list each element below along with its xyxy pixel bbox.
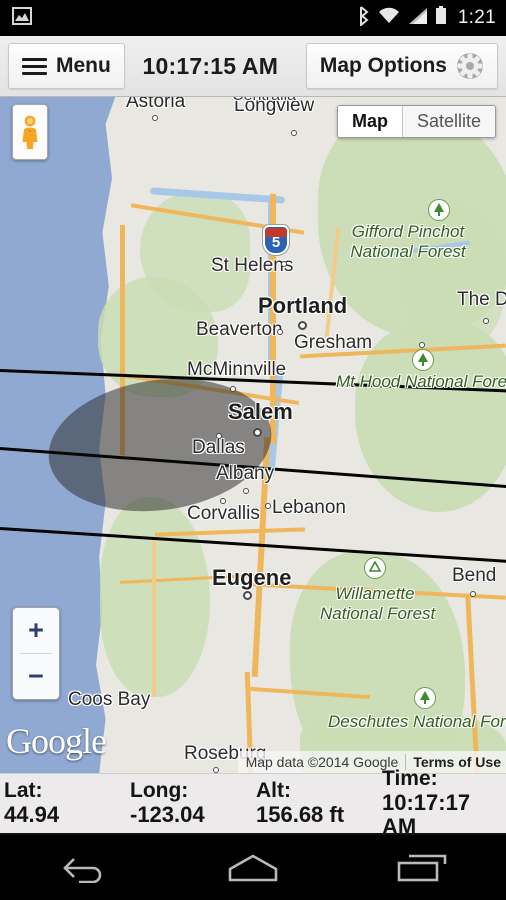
android-device-screen: 1:21 Menu 10:17:15 AM Map Options Portla…: [0, 0, 506, 900]
forest-label: Mt Hood National Forest: [336, 372, 506, 392]
pegman-street-view-icon[interactable]: [12, 104, 48, 160]
status-bar: 1:21: [0, 0, 506, 36]
menu-button-label: Menu: [56, 54, 111, 77]
info-value: 44.94: [4, 801, 60, 827]
city-dot: [419, 342, 425, 348]
place-label: Centralia: [232, 97, 296, 105]
forest-label: Deschutes National Forest: [328, 712, 506, 732]
info-field-alt: Alt: 156.68 ft: [252, 779, 378, 827]
city-dot: [281, 261, 287, 267]
place-label: Beaverton: [196, 319, 283, 340]
battery-icon: [435, 6, 447, 30]
screenshot-icon: [12, 6, 32, 30]
city-dot: [243, 488, 249, 494]
city-dot: [230, 386, 236, 392]
place-label: McMinnville: [187, 359, 287, 380]
forest-label-line1: Deschutes National Forest: [328, 712, 506, 731]
android-navigation-bar: [0, 835, 506, 900]
place-label: Lebanon: [272, 497, 346, 518]
map-type-option-map[interactable]: Map: [337, 106, 403, 137]
place-label: Portland: [258, 293, 348, 318]
city-dot: [291, 130, 297, 136]
info-value: -123.04: [130, 801, 205, 827]
city-dot: [220, 498, 226, 504]
zoom-in-button[interactable]: +: [13, 608, 59, 653]
zoom-out-button[interactable]: −: [13, 654, 59, 699]
place-label: Gresham: [294, 332, 373, 353]
recents-icon[interactable]: [377, 835, 467, 900]
city-dot: [253, 428, 262, 437]
info-field-lat: Lat: 44.94: [0, 779, 126, 827]
info-value: 10:17:17 AM: [382, 789, 471, 840]
place-label: The Dal: [457, 289, 506, 310]
status-bar-system-icons: 1:21: [357, 5, 506, 31]
map-type-option-satellite[interactable]: Satellite: [402, 106, 495, 137]
map-options-button[interactable]: Map Options: [305, 43, 498, 89]
city-dot: [470, 591, 476, 597]
back-icon[interactable]: [39, 835, 129, 900]
interstate-shield-icon: 5: [263, 225, 289, 255]
info-field-long: Long: -123.04: [126, 779, 252, 827]
hamburger-icon: [22, 54, 47, 79]
place-label: Astoria: [126, 97, 186, 112]
wifi-icon: [377, 7, 401, 30]
info-value: 156.68 ft: [256, 801, 345, 827]
city-dot: [152, 115, 158, 121]
place-label: Coos Bay: [68, 689, 151, 710]
session-clock: 10:17:15 AM: [142, 52, 279, 79]
place-label: Eugene: [212, 565, 292, 590]
city-dot: [277, 329, 283, 335]
info-label: Lat:: [4, 779, 43, 803]
city-dot: [243, 591, 252, 600]
action-bar: Menu 10:17:15 AM Map Options: [0, 36, 506, 97]
status-bar-clock: 1:21: [457, 7, 496, 28]
info-label: Time:: [382, 767, 438, 791]
cell-signal-icon: [408, 7, 428, 30]
city-dot: [265, 503, 271, 509]
forest-label-line1: Mt Hood National Forest: [336, 372, 506, 391]
coordinates-info-bar: Lat: 44.94 Long: -123.04 Alt: 156.68 ft …: [0, 767, 506, 839]
map-type-toggle[interactable]: Map Satellite: [336, 105, 496, 138]
info-label: Alt:: [256, 779, 291, 803]
park-tree-icon: [414, 687, 436, 709]
menu-button[interactable]: Menu: [8, 43, 125, 89]
secondary-road: [152, 537, 156, 697]
forest-label: Gifford Pinchot National Forest: [328, 222, 488, 261]
park-tree-icon: [364, 557, 386, 579]
shield-top-band: [265, 228, 287, 237]
forest-label-line1: Willamette: [335, 584, 415, 603]
city-dot: [483, 318, 489, 324]
google-logo: Google: [6, 721, 107, 761]
map-options-label: Map Options: [319, 54, 447, 77]
map-data-credit: Map data ©2014 Google: [245, 754, 399, 770]
city-dot: [298, 321, 307, 330]
place-label: Salem: [228, 399, 293, 424]
place-label: Bend: [452, 565, 497, 586]
place-label: Albany: [216, 463, 275, 484]
bluetooth-icon: [357, 5, 370, 31]
zoom-controls[interactable]: + −: [12, 607, 60, 700]
park-tree-icon: [428, 199, 450, 221]
status-bar-notifications: [0, 6, 32, 30]
home-icon[interactable]: [208, 835, 298, 900]
info-label: Long:: [130, 779, 189, 803]
gear-icon: [456, 52, 484, 80]
forest-label-line1: Gifford Pinchot: [351, 222, 465, 241]
forest-label-line2: National Forest: [320, 603, 436, 623]
park-tree-icon: [412, 349, 434, 371]
forest-label: Willamette National Forest: [320, 584, 436, 623]
info-field-time: Time: 10:17:17 AM: [378, 767, 504, 840]
forest-label-line2: National Forest: [350, 241, 466, 261]
city-dot: [216, 433, 222, 439]
map-canvas[interactable]: Portland Astoria Longview Centralia St H…: [0, 97, 506, 773]
place-label: Dallas: [192, 437, 245, 458]
place-label: Corvallis: [187, 503, 260, 524]
